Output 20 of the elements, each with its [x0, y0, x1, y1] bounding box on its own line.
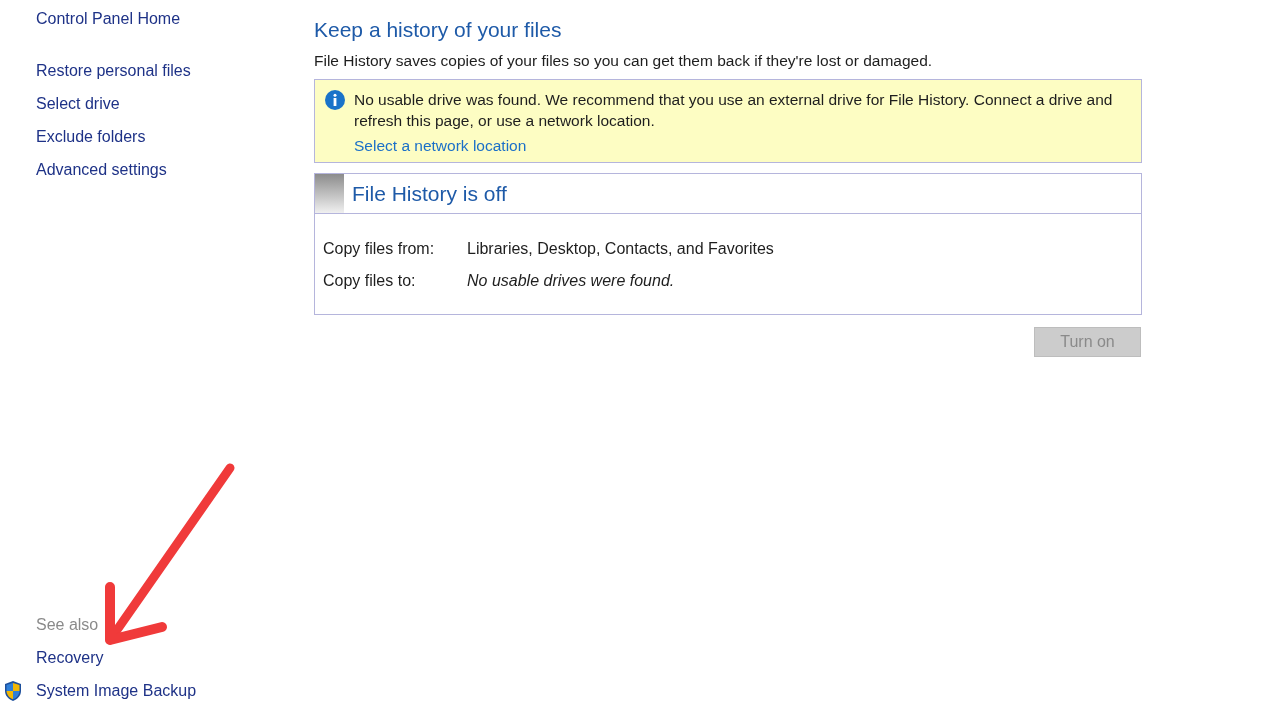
task-link[interactable]: Advanced settings [36, 159, 167, 181]
info-icon [325, 90, 345, 110]
task-link[interactable]: Exclude folders [36, 126, 146, 148]
row-label: Copy files to: [323, 271, 417, 291]
see-also-link[interactable]: Recovery [36, 647, 104, 669]
page-description: File History saves copies of your files so you can get them back if they're lost or damaged. [314, 52, 934, 70]
task-link[interactable]: Restore personal files [36, 60, 191, 82]
status-title: File History is off [352, 181, 507, 206]
row-value: Libraries, Desktop, Contacts, and Favorites [467, 239, 774, 259]
shield-icon [3, 680, 23, 702]
task-link[interactable]: Select drive [36, 93, 120, 115]
page-title: Keep a history of your files [314, 18, 563, 42]
see-also-link[interactable]: System Image Backup [36, 680, 197, 702]
control-panel-home-link[interactable]: Control Panel Home [36, 8, 181, 30]
row-value: No usable drives were found. [467, 271, 675, 291]
network-location-link[interactable]: Select a network location [354, 135, 527, 156]
row-label: Copy files from: [323, 239, 436, 259]
notice-message: No usable drive was found. We recommend that you use an external drive for File History. Connect a drive and refresh this page, or use a network location. [354, 90, 1114, 131]
see-also-heading: See also [36, 615, 99, 635]
status-gradient-icon [315, 174, 344, 213]
